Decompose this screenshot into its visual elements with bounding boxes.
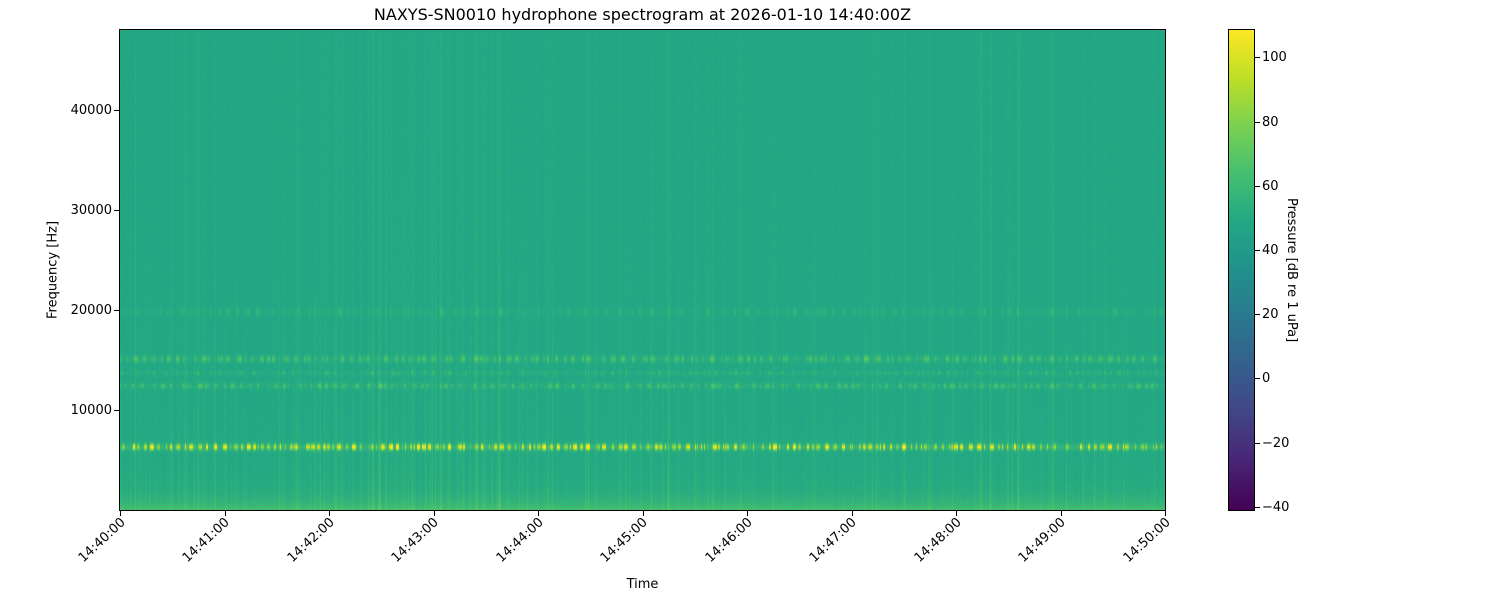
x-tick-mark [1060, 511, 1062, 516]
colorbar-tick-label: 60 [1262, 178, 1279, 194]
x-tick-mark [956, 511, 957, 516]
colorbar-tick-label: 80 [1262, 114, 1279, 130]
chart-title: NAXYS-SN0010 hydrophone spectrogram at 2… [373, 5, 912, 24]
x-tick-label: 14:48:00 [911, 515, 965, 566]
colorbar-tick-label: −20 [1262, 435, 1290, 451]
x-tick-mark [433, 511, 435, 516]
x-tick-label: 14:47:00 [806, 515, 860, 566]
x-tick-label: 14:42:00 [284, 515, 338, 566]
colorbar-tick-mark [1255, 442, 1260, 444]
y-tick-label: 40000 [70, 103, 112, 118]
x-tick-label: 14:43:00 [388, 515, 442, 566]
y-tick-mark [114, 310, 119, 311]
x-tick-label: 14:50:00 [1120, 515, 1174, 566]
x-tick-mark [224, 511, 226, 516]
x-tick-mark [120, 511, 121, 516]
colorbar-tick-label: 40 [1262, 242, 1279, 258]
x-tick-label: 14:40:00 [75, 515, 129, 566]
x-tick-label: 14:41:00 [179, 515, 233, 566]
x-axis-label: Time [626, 577, 659, 592]
x-tick-mark [538, 511, 539, 516]
y-tick-label: 20000 [70, 303, 112, 318]
colorbar-tick-mark [1255, 121, 1260, 123]
x-tick-label: 14:46:00 [702, 515, 756, 566]
x-tick-mark [642, 511, 644, 516]
colorbar-gradient [1229, 30, 1254, 510]
colorbar-tick-mark [1255, 314, 1260, 316]
colorbar-tick-mark [1255, 506, 1260, 508]
colorbar-tick-label: 0 [1262, 371, 1271, 387]
plot-area [119, 29, 1166, 511]
x-tick-mark [747, 511, 748, 516]
x-tick-mark [851, 511, 853, 516]
figure-root: NAXYS-SN0010 hydrophone spectrogram at 2… [0, 0, 1500, 600]
x-tick-label: 14:44:00 [493, 515, 547, 566]
colorbar-tick-mark [1255, 57, 1260, 59]
y-tick-mark [114, 210, 119, 211]
y-tick-label: 10000 [70, 403, 112, 418]
colorbar-tick-label: −40 [1262, 499, 1290, 515]
x-tick-label: 14:45:00 [597, 515, 651, 566]
y-tick-mark [114, 410, 119, 411]
x-tick-mark [329, 511, 330, 516]
x-tick-mark [1165, 511, 1166, 516]
colorbar-tick-mark [1255, 249, 1260, 251]
colorbar-tick-mark [1255, 378, 1260, 380]
colorbar-tick-mark [1255, 185, 1260, 187]
y-tick-label: 30000 [70, 203, 112, 218]
colorbar-tick-label: 20 [1262, 307, 1279, 323]
colorbar [1228, 29, 1255, 511]
x-tick-label: 14:49:00 [1015, 515, 1069, 566]
colorbar-tick-label: 100 [1262, 50, 1287, 66]
spectrogram-canvas [120, 30, 1165, 510]
y-tick-mark [114, 110, 119, 111]
